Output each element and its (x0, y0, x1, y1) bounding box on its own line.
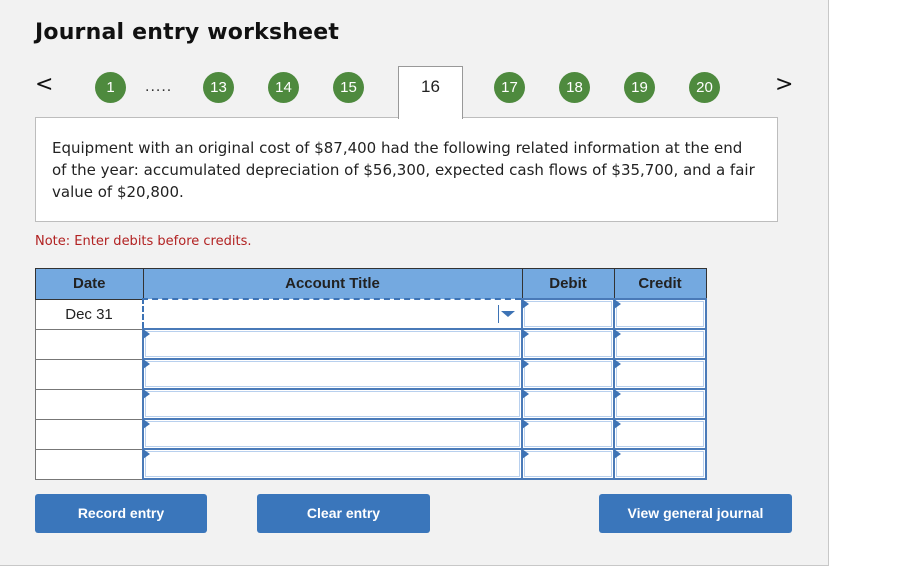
question-text: Equipment with an original cost of $87,4… (35, 117, 778, 222)
input-marker-icon (614, 329, 621, 339)
input-field (616, 451, 704, 477)
header-date: Date (35, 268, 144, 300)
input-field (524, 301, 612, 327)
input-field (145, 391, 520, 417)
step-18-button[interactable]: 18 (559, 72, 590, 103)
input-marker-icon (522, 389, 529, 399)
table-header-row: Date Account Title Debit Credit (35, 268, 707, 300)
account-title-input[interactable] (142, 448, 523, 480)
input-field (616, 361, 704, 387)
input-marker-icon (143, 329, 150, 339)
table-row (35, 418, 707, 450)
input-marker-icon (614, 449, 621, 459)
input-field (616, 391, 704, 417)
input-field (616, 331, 704, 357)
input-field (524, 451, 612, 477)
credit-input[interactable] (613, 388, 707, 420)
debit-input[interactable] (521, 298, 615, 330)
dropdown-separator (498, 305, 499, 323)
input-marker-icon (522, 299, 529, 309)
input-marker-icon (522, 449, 529, 459)
step-19-button[interactable]: 19 (624, 72, 655, 103)
step-16-tab-active[interactable]: 16 (398, 66, 463, 119)
step-15-button[interactable]: 15 (333, 72, 364, 103)
page-title: Journal entry worksheet (35, 20, 340, 45)
clear-entry-button[interactable]: Clear entry (257, 494, 430, 533)
credit-input[interactable] (613, 418, 707, 450)
input-marker-icon (614, 299, 621, 309)
record-entry-button[interactable]: Record entry (35, 494, 207, 533)
input-marker-icon (522, 329, 529, 339)
worksheet-panel: Journal entry worksheet < 1 ..... 13 14 … (0, 0, 829, 566)
header-debit: Debit (521, 268, 615, 300)
account-title-input[interactable] (142, 358, 523, 390)
debit-input[interactable] (521, 448, 615, 480)
date-cell[interactable] (35, 328, 144, 360)
account-title-dropdown[interactable] (142, 298, 523, 330)
chevron-left-icon[interactable]: < (35, 72, 53, 98)
step-14-button[interactable]: 14 (268, 72, 299, 103)
input-marker-icon (143, 449, 150, 459)
input-field (616, 421, 704, 447)
account-title-input[interactable] (142, 328, 523, 360)
credit-input[interactable] (613, 298, 707, 330)
input-field (145, 361, 520, 387)
input-field (616, 301, 704, 327)
journal-entry-table: Date Account Title Debit Credit Dec 31 (35, 268, 707, 480)
table-row (35, 358, 707, 390)
input-field (524, 361, 612, 387)
step-13-button[interactable]: 13 (203, 72, 234, 103)
input-field (524, 331, 612, 357)
credit-input[interactable] (613, 448, 707, 480)
credit-input[interactable] (613, 328, 707, 360)
step-17-button[interactable]: 17 (494, 72, 525, 103)
input-marker-icon (614, 419, 621, 429)
date-cell[interactable]: Dec 31 (35, 298, 144, 330)
input-field (145, 451, 520, 477)
date-cell[interactable] (35, 418, 144, 450)
chevron-right-icon[interactable]: > (775, 72, 793, 98)
input-field (524, 421, 612, 447)
input-marker-icon (522, 359, 529, 369)
input-marker-icon (614, 389, 621, 399)
date-cell[interactable] (35, 388, 144, 420)
table-row (35, 388, 707, 420)
instruction-note: Note: Enter debits before credits. (35, 234, 252, 249)
account-title-input[interactable] (142, 418, 523, 450)
input-marker-icon (143, 359, 150, 369)
input-field (145, 331, 520, 357)
table-row: Dec 31 (35, 298, 707, 330)
header-account-title: Account Title (142, 268, 523, 300)
input-marker-icon (522, 419, 529, 429)
step-1-button[interactable]: 1 (95, 72, 126, 103)
input-marker-icon (614, 359, 621, 369)
debit-input[interactable] (521, 388, 615, 420)
input-marker-icon (143, 389, 150, 399)
date-cell[interactable] (35, 358, 144, 390)
credit-input[interactable] (613, 358, 707, 390)
header-credit: Credit (613, 268, 707, 300)
view-general-journal-button[interactable]: View general journal (599, 494, 792, 533)
input-marker-icon (143, 419, 150, 429)
steps-ellipsis: ..... (145, 78, 173, 95)
account-title-input[interactable] (142, 388, 523, 420)
input-field (145, 421, 520, 447)
step-20-button[interactable]: 20 (689, 72, 720, 103)
debit-input[interactable] (521, 358, 615, 390)
debit-input[interactable] (521, 418, 615, 450)
debit-input[interactable] (521, 328, 615, 360)
chevron-down-icon[interactable] (501, 311, 515, 317)
input-field (524, 391, 612, 417)
table-row (35, 448, 707, 480)
date-cell[interactable] (35, 448, 144, 480)
table-row (35, 328, 707, 360)
